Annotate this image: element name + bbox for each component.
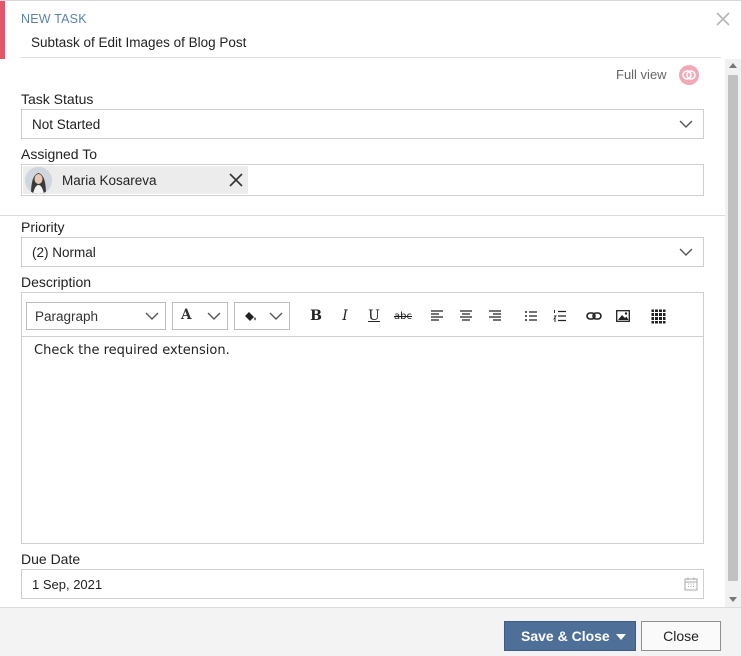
header-divider <box>21 57 721 58</box>
assignee-chip: Maria Kosareva <box>23 166 248 194</box>
description-label: Description <box>21 274 92 290</box>
bullet-list-button[interactable] <box>522 307 540 325</box>
bullet-list-icon <box>525 311 537 321</box>
assigned-to-field[interactable]: Maria Kosareva <box>21 164 704 196</box>
chevron-down-icon <box>145 312 159 320</box>
image-icon <box>616 310 630 322</box>
caret-down-icon[interactable] <box>616 634 626 640</box>
new-task-dialog: NEW TASK Subtask of Edit Images of Blog … <box>0 0 741 656</box>
chevron-down-icon <box>207 312 221 320</box>
save-and-close-label: Save & Close <box>521 628 610 644</box>
strikethrough-button[interactable]: abc <box>394 307 412 325</box>
close-button[interactable]: Close <box>641 621 721 651</box>
close-label: Close <box>663 628 699 644</box>
italic-button[interactable]: I <box>336 307 354 325</box>
task-title[interactable]: Subtask of Edit Images of Blog Post <box>31 35 246 50</box>
scroll-up-arrow[interactable] <box>729 63 737 68</box>
remove-assignee-icon[interactable] <box>229 173 243 187</box>
close-icon[interactable] <box>715 11 731 27</box>
dialog-kicker: NEW TASK <box>21 12 87 26</box>
assignee-name: Maria Kosareva <box>62 173 157 188</box>
chevron-down-icon <box>269 312 283 320</box>
align-left-button[interactable] <box>428 307 446 325</box>
font-color-select[interactable]: A <box>172 302 228 330</box>
format-value: Paragraph <box>35 309 99 324</box>
vertical-scrollbar[interactable] <box>725 59 741 607</box>
scroll-down-arrow[interactable] <box>729 597 737 602</box>
section-divider <box>0 215 725 216</box>
font-color-glyph: A <box>181 307 192 323</box>
full-view-icon[interactable] <box>679 65 699 85</box>
description-editor: Paragraph A B I U abc Check the required… <box>21 292 704 544</box>
link-icon <box>586 312 602 320</box>
insert-table-button[interactable] <box>649 307 667 325</box>
assigned-to-label: Assigned To <box>21 146 98 162</box>
chevron-down-icon <box>679 248 693 256</box>
full-view-link[interactable]: Full view <box>616 67 667 82</box>
accent-bar <box>0 1 5 59</box>
due-date-label: Due Date <box>21 551 81 567</box>
dialog-footer: Save & Close Close <box>0 607 741 656</box>
align-left-icon <box>431 310 443 321</box>
bold-button[interactable]: B <box>307 307 325 325</box>
table-icon <box>650 308 666 324</box>
task-status-value: Not Started <box>32 117 101 132</box>
numbered-list-button[interactable] <box>551 307 569 325</box>
paint-bucket-icon <box>245 312 256 321</box>
priority-select[interactable]: (2) Normal <box>21 237 704 267</box>
align-center-button[interactable] <box>457 307 475 325</box>
description-content[interactable]: Check the required extension. <box>34 343 230 358</box>
align-right-icon <box>489 310 501 321</box>
format-select[interactable]: Paragraph <box>26 302 166 330</box>
align-center-icon <box>460 310 472 321</box>
insert-image-button[interactable] <box>614 307 632 325</box>
align-right-button[interactable] <box>486 307 504 325</box>
scroll-thumb[interactable] <box>728 75 738 581</box>
task-status-select[interactable]: Not Started <box>21 109 704 139</box>
insert-link-button[interactable] <box>585 307 603 325</box>
editor-toolbar: Paragraph A B I U abc <box>22 293 703 337</box>
numbered-list-icon <box>553 310 566 322</box>
priority-value: (2) Normal <box>32 245 96 260</box>
chevron-down-icon <box>679 120 693 128</box>
due-date-value: 1 Sep, 2021 <box>32 577 103 592</box>
underline-button[interactable]: U <box>365 307 383 325</box>
priority-label: Priority <box>21 219 65 235</box>
task-status-label: Task Status <box>21 91 94 107</box>
background-color-select[interactable] <box>234 302 290 330</box>
save-and-close-button[interactable]: Save & Close <box>504 621 636 651</box>
avatar <box>25 167 52 194</box>
calendar-icon[interactable] <box>684 577 698 591</box>
due-date-input[interactable]: 1 Sep, 2021 <box>21 569 704 599</box>
